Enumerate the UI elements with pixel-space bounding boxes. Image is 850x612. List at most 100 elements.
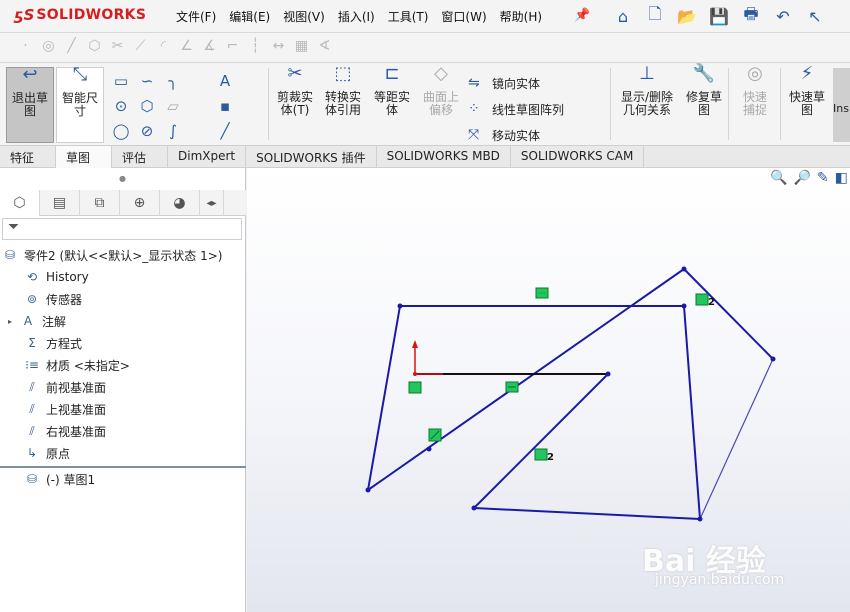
menu-file[interactable]: 文件(F) bbox=[176, 8, 216, 25]
command-manager: ↩ 退出草图 ⤡ 智能尺寸 ▭ ∽ ╮ A ⊙ ⬡ ▱ ▪ ◯ ⊘ ∫ ╱ ✂ … bbox=[0, 64, 850, 146]
undo-icon[interactable]: ↶ bbox=[772, 4, 794, 28]
sketch-context-strip: · ◎ ╱ ⬡ ✂ ⟋ ◜ ∠ ∡ ⌐ ┆ ↔ ▦ ∢ bbox=[0, 33, 850, 63]
rapid-sketch-button[interactable]: ⚡ 快速草图 bbox=[784, 65, 830, 143]
offset-entities-icon: ⊏ bbox=[384, 63, 400, 84]
logo-mark: ƽS bbox=[14, 6, 35, 24]
material-icon: ⁝≡ bbox=[25, 358, 39, 372]
home-icon[interactable]: ⌂ bbox=[612, 4, 634, 28]
point-icon[interactable]: · bbox=[14, 38, 37, 54]
graphics-area[interactable]: 🔍 🔎 ✎ ◧ 2 2 Bai 经验 jingyan.baidu.com bbox=[247, 168, 850, 612]
dimension-icon[interactable]: ↔ bbox=[267, 38, 290, 54]
repair-sketch-button[interactable]: 🔧 修复草图 bbox=[682, 65, 726, 143]
trim-entities-button[interactable]: ✂ 剪裁实体(T) bbox=[272, 63, 318, 143]
smart-dimension-button[interactable]: ⤡ 智能尺寸 bbox=[56, 66, 104, 143]
pin-icon[interactable]: 📌 bbox=[574, 8, 590, 23]
tab-addins[interactable]: SOLIDWORKS 插件 bbox=[246, 146, 377, 168]
tab-features[interactable]: 特征 bbox=[0, 146, 56, 168]
menu-help[interactable]: 帮助(H) bbox=[500, 8, 542, 25]
tree-root-part[interactable]: ⛁ 零件2 (默认<<默认>_显示状态 1>) bbox=[0, 244, 246, 266]
trim-icon[interactable]: ✂ bbox=[106, 38, 129, 54]
polygon-icon[interactable]: ⬡ bbox=[83, 38, 106, 54]
angle-icon[interactable]: ∡ bbox=[198, 38, 221, 54]
tree-item-equations[interactable]: Σ 方程式 bbox=[0, 332, 246, 354]
feature-manager-tab-icon[interactable]: ⬡ bbox=[0, 190, 40, 216]
linear-pattern-label: 线性草图阵列 bbox=[492, 102, 565, 117]
trim-entities-icon: ✂ bbox=[287, 63, 303, 84]
tab-evaluate[interactable]: 评估 bbox=[112, 146, 168, 168]
rectangle-icon[interactable]: ▭ bbox=[108, 72, 134, 90]
tree-item-origin[interactable]: ↳ 原点 bbox=[0, 442, 246, 464]
separator-4 bbox=[780, 68, 781, 140]
configuration-manager-tab-icon[interactable]: ⧉ bbox=[80, 190, 120, 216]
circle-tool-icon[interactable]: ◯ bbox=[108, 122, 134, 140]
strip-icons: · ◎ ╱ ⬡ ✂ ⟋ ◜ ∠ ∡ ⌐ ┆ ↔ ▦ ∢ bbox=[14, 38, 336, 54]
menu-tools[interactable]: 工具(T) bbox=[388, 8, 429, 25]
convert-entities-label: 转换实体引用 bbox=[324, 90, 361, 117]
display-manager-tab-icon[interactable]: ◕ bbox=[160, 190, 200, 216]
separator-3 bbox=[728, 68, 729, 140]
tab-cam[interactable]: SOLIDWORKS CAM bbox=[511, 146, 645, 168]
tree-item-label: 上视基准面 bbox=[46, 402, 107, 417]
tab-scroll-arrows-icon[interactable]: ◂▸ bbox=[200, 190, 224, 216]
slot-icon[interactable]: ⊙ bbox=[108, 97, 134, 115]
spline-icon[interactable]: ∽ bbox=[134, 72, 160, 90]
polygon-tool-icon[interactable]: ⬡ bbox=[134, 97, 160, 115]
tree-item-history[interactable]: ⟲ History bbox=[0, 266, 246, 288]
corner-icon[interactable]: ⌐ bbox=[221, 38, 244, 54]
select-cursor-icon[interactable]: ↖ bbox=[804, 4, 826, 28]
ins-tab[interactable]: Ins bbox=[833, 68, 850, 142]
panel-grip[interactable]: ● bbox=[0, 168, 245, 188]
display-relations-button[interactable]: ⊥ 显示/删除几何关系 bbox=[616, 65, 678, 143]
tree-item-top-plane[interactable]: ⫽ 上视基准面 bbox=[0, 398, 246, 420]
dashed-line-icon[interactable]: ┆ bbox=[244, 38, 267, 54]
tree-item-front-plane[interactable]: ⫽ 前视基准面 bbox=[0, 376, 246, 398]
arc-icon[interactable]: ◜ bbox=[152, 38, 175, 54]
vertex bbox=[426, 446, 432, 452]
tree-item-annotations[interactable]: ▸ A 注解 bbox=[0, 310, 246, 332]
circle-icon[interactable]: ◎ bbox=[37, 38, 60, 54]
tree-item-sketch1[interactable]: ⛁ (-) 草图1 bbox=[0, 468, 246, 490]
line-icon[interactable]: ╱ bbox=[60, 38, 83, 54]
feature-manager-panel: ● ⬡ ▤ ⧉ ⊕ ◕ ◂▸ ⏷ ⛁ 零件2 (默认<<默认>_显示状态 1>)… bbox=[0, 168, 246, 612]
line-tool-icon[interactable]: ╱ bbox=[212, 122, 238, 140]
tab-sketch[interactable]: 草图 bbox=[56, 146, 112, 168]
open-folder-icon[interactable]: 📂 bbox=[676, 4, 698, 28]
dimxpert-manager-tab-icon[interactable]: ⊕ bbox=[120, 190, 160, 216]
text-icon[interactable]: A bbox=[212, 72, 238, 90]
tree-item-sensors[interactable]: ⊚ 传感器 bbox=[0, 288, 246, 310]
exit-sketch-button[interactable]: ↩ 退出草图 bbox=[6, 66, 54, 143]
rapid-sketch-label: 快速草图 bbox=[788, 90, 825, 117]
save-icon[interactable]: 💾 bbox=[708, 4, 730, 28]
property-manager-tab-icon[interactable]: ▤ bbox=[40, 190, 80, 216]
tree-item-material[interactable]: ⁝≡ 材质 <未指定> bbox=[0, 354, 246, 376]
move-entities-button[interactable]: ⤧ 移动实体 bbox=[468, 122, 564, 148]
offset-entities-button[interactable]: ⊏ 等距实体 bbox=[368, 63, 416, 143]
point-tool-icon[interactable]: ▪ bbox=[212, 97, 238, 115]
tree-item-label: 材质 <未指定> bbox=[46, 358, 130, 373]
menu-insert[interactable]: 插入(I) bbox=[338, 8, 375, 25]
print-icon[interactable]: 🖶 bbox=[740, 4, 762, 28]
sketch-icon: ⛁ bbox=[26, 472, 38, 486]
menu-window[interactable]: 窗口(W) bbox=[441, 8, 486, 25]
menu-view[interactable]: 视图(V) bbox=[283, 8, 325, 25]
fillet-icon[interactable]: ╮ bbox=[160, 72, 186, 90]
tab-dimxpert[interactable]: DimXpert bbox=[168, 146, 247, 168]
mirror-entities-button[interactable]: ⇋ 镜向实体 bbox=[468, 70, 564, 96]
ellipse-icon[interactable]: ⊘ bbox=[134, 122, 160, 140]
grid-icon[interactable]: ▦ bbox=[290, 38, 313, 54]
tangent-icon[interactable]: ∠ bbox=[175, 38, 198, 54]
new-document-icon[interactable]: 🗋 bbox=[644, 4, 666, 28]
tree-filter[interactable]: ⏷ bbox=[2, 218, 242, 240]
tab-mbd[interactable]: SOLIDWORKS MBD bbox=[377, 146, 511, 168]
angle-dim-icon[interactable]: ∢ bbox=[313, 38, 336, 54]
convert-entities-button[interactable]: ⬚ 转换实体引用 bbox=[320, 65, 366, 143]
sketch-line bbox=[473, 373, 609, 509]
tree-item-label: 注解 bbox=[42, 314, 67, 329]
linear-pattern-button[interactable]: ⁘ 线性草图阵列 bbox=[468, 96, 564, 122]
expand-arrow-icon[interactable]: ▸ bbox=[8, 317, 18, 326]
tree-item-right-plane[interactable]: ⫽ 右视基准面 bbox=[0, 420, 246, 442]
menu-edit[interactable]: 编辑(E) bbox=[229, 8, 270, 25]
extend-icon[interactable]: ⟋ bbox=[129, 38, 152, 54]
vertex bbox=[770, 356, 776, 362]
spline-tool-icon[interactable]: ∫ bbox=[160, 122, 186, 140]
